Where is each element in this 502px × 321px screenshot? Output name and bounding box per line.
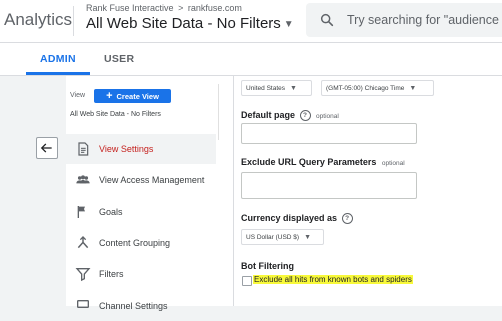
top-header: Analytics Rank Fuse Interactive > rankfu… xyxy=(0,0,502,43)
country-value: United States xyxy=(246,84,286,92)
current-view-name: All Web Site Data - No Filters xyxy=(70,111,161,118)
header-divider xyxy=(73,6,74,36)
filter-icon xyxy=(75,268,91,282)
currency-label-text: Currency displayed as xyxy=(241,213,338,223)
breadcrumb-account: Rank Fuse Interactive xyxy=(86,3,174,13)
bot-filtering-option-label[interactable]: Exclude all hits from known bots and spi… xyxy=(253,275,413,284)
grouping-icon xyxy=(77,236,89,249)
back-button[interactable] xyxy=(36,137,58,159)
nav-item-view-access-management[interactable]: View Access Management xyxy=(66,165,216,195)
default-page-label-text: Default page xyxy=(241,110,296,120)
active-tab-indicator xyxy=(26,72,90,75)
nav-item-content-grouping[interactable]: Content Grouping xyxy=(66,228,216,258)
optional-label: optional xyxy=(316,113,339,120)
country-dropdown[interactable]: United States ▼ xyxy=(241,80,312,96)
timezone-dropdown[interactable]: (GMT-05:00) Chicago Time ▼ xyxy=(321,80,434,96)
search-placeholder: Try searching for "audience ov xyxy=(347,13,502,27)
help-icon[interactable]: ? xyxy=(299,110,311,122)
arrow-left-icon xyxy=(40,143,52,153)
app-title[interactable]: Analytics xyxy=(4,10,72,30)
currency-value: US Dollar (USD $) xyxy=(246,233,300,241)
currency-dropdown[interactable]: US Dollar (USD $) ▼ xyxy=(241,229,324,245)
channel-icon xyxy=(77,300,89,308)
default-page-input[interactable] xyxy=(241,123,417,144)
view-label: View xyxy=(70,92,86,99)
document-icon xyxy=(78,142,89,156)
caret-down-icon: ▼ xyxy=(283,18,294,30)
tab-admin[interactable]: ADMIN xyxy=(40,53,76,65)
breadcrumb-property: rankfuse.com xyxy=(187,3,242,13)
create-view-button[interactable]: + Create View xyxy=(94,89,171,103)
currency-label: Currency displayed as ? xyxy=(241,213,353,225)
bot-filtering-label: Bot Filtering xyxy=(241,261,294,271)
people-icon xyxy=(76,175,90,184)
caret-down-icon: ▼ xyxy=(304,233,312,241)
exclude-params-textarea[interactable] xyxy=(241,172,417,199)
caret-down-icon: ▼ xyxy=(409,84,417,92)
bot-filtering-checkbox[interactable] xyxy=(242,276,252,286)
nav-item-filters[interactable]: Filters xyxy=(66,259,216,289)
nav-item-label: Content Grouping xyxy=(99,238,171,248)
nav-item-label: Filters xyxy=(99,269,124,279)
search-icon xyxy=(320,13,334,27)
breadcrumb-separator: > xyxy=(178,3,184,13)
panel-divider xyxy=(218,84,219,140)
nav-item-goals[interactable]: Goals xyxy=(66,197,216,227)
flag-icon xyxy=(77,206,85,218)
nav-item-label: View Settings xyxy=(99,144,154,154)
view-selector-label: All Web Site Data - No Filters xyxy=(86,15,281,32)
nav-item-channel-settings[interactable]: Channel Settings xyxy=(66,291,216,321)
view-selector[interactable]: All Web Site Data - No Filters ▼ xyxy=(86,15,294,32)
caret-down-icon: ▼ xyxy=(290,84,297,92)
create-view-label: Create View xyxy=(116,91,159,101)
tabs-bar: ADMIN USER xyxy=(0,43,502,76)
nav-item-label: Channel Settings xyxy=(99,301,168,311)
plus-icon: + xyxy=(106,89,113,102)
breadcrumb[interactable]: Rank Fuse Interactive > rankfuse.com xyxy=(86,3,242,13)
optional-label: optional xyxy=(381,160,405,167)
help-icon[interactable]: ? xyxy=(341,213,353,225)
tab-user[interactable]: USER xyxy=(104,53,134,65)
nav-item-label: View Access Management xyxy=(99,175,205,185)
search-bar[interactable]: Try searching for "audience ov xyxy=(306,3,502,37)
exclude-params-label: Exclude URL Query Parameters optional xyxy=(241,157,405,167)
view-settings-form: United States ▼ (GMT-05:00) Chicago Time ▼… xyxy=(234,76,502,306)
timezone-value: (GMT-05:00) Chicago Time xyxy=(326,84,405,92)
exclude-params-label-text: Exclude URL Query Parameters xyxy=(241,157,377,167)
default-page-label: Default page ? optional xyxy=(241,110,339,122)
nav-item-view-settings[interactable]: View Settings xyxy=(66,134,216,164)
view-nav-panel: View + Create View All Web Site Data - N… xyxy=(66,76,234,311)
nav-item-label: Goals xyxy=(99,207,123,217)
